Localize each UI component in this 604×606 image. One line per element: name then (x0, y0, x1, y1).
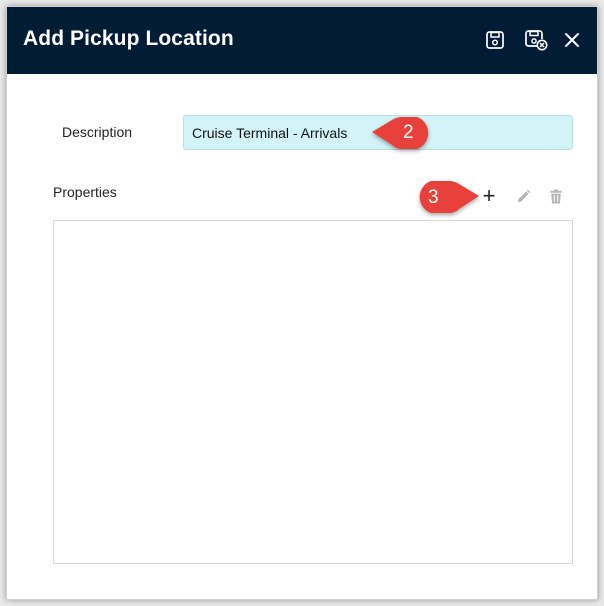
description-label: Description (62, 124, 133, 140)
save-icon (486, 31, 504, 49)
save-and-close-icon (525, 30, 548, 51)
edit-property-button[interactable] (512, 185, 534, 207)
close-icon (565, 33, 579, 47)
save-button[interactable] (482, 27, 508, 53)
dialog-header: Add Pickup Location (7, 7, 597, 74)
delete-property-button[interactable] (545, 185, 567, 207)
trash-icon (550, 188, 562, 204)
pencil-icon (517, 189, 530, 202)
save-and-close-button[interactable] (523, 27, 549, 53)
properties-label: Properties (53, 184, 117, 200)
add-property-button[interactable]: + (478, 185, 500, 207)
callout-number-3: 3 (428, 187, 439, 208)
close-button[interactable] (559, 27, 585, 53)
add-pickup-location-dialog: Add Pickup Location Description Cruise T… (6, 6, 598, 600)
callout-marker-3 (419, 181, 479, 213)
callout-number-2: 2 (403, 122, 414, 143)
dialog-title: Add Pickup Location (23, 27, 234, 50)
properties-list[interactable] (53, 220, 573, 564)
plus-icon: + (482, 183, 496, 208)
